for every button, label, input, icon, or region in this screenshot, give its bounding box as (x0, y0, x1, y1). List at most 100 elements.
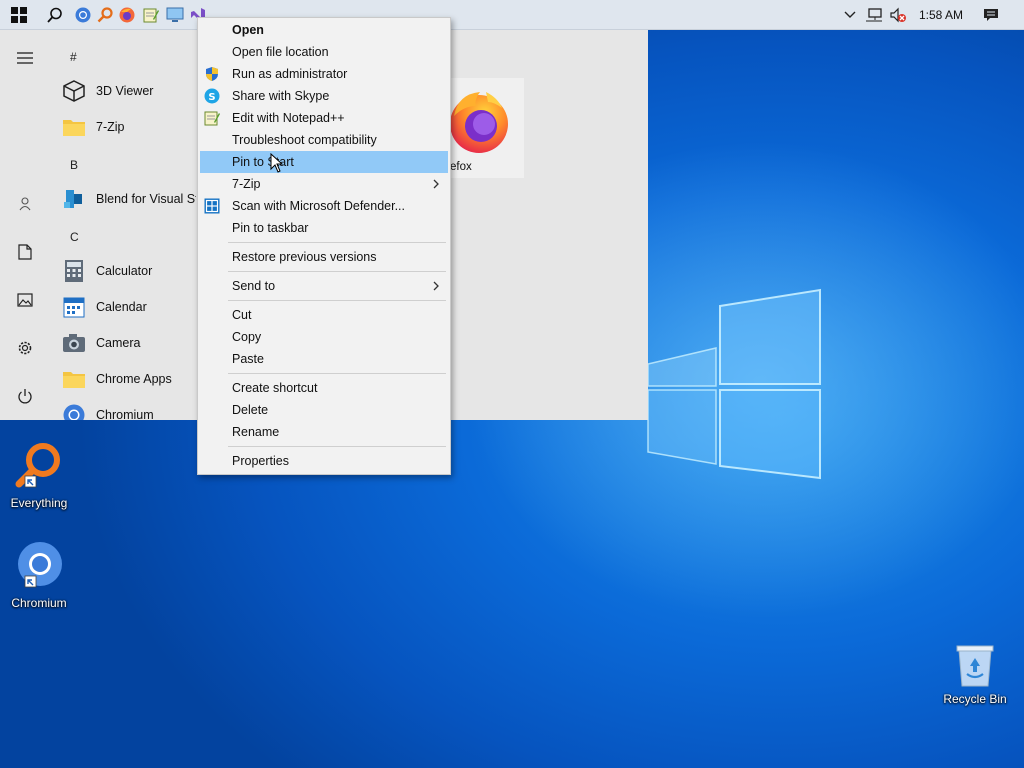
windows-logo-wallpaper (647, 288, 821, 480)
menu-item-label: Paste (232, 352, 264, 366)
user-icon[interactable] (0, 186, 50, 222)
menu-item-delete[interactable]: Delete (200, 399, 448, 421)
blend-icon (62, 187, 86, 211)
app-label: Calculator (96, 264, 153, 278)
document-icon[interactable] (0, 234, 50, 270)
menu-item-label: Properties (232, 454, 289, 468)
notepadpp-icon (204, 111, 220, 126)
firefox-icon (450, 92, 508, 153)
menu-separator (228, 242, 446, 243)
menu-item-scan-with-defender[interactable]: Scan with Microsoft Defender... (200, 195, 448, 217)
start-rail (0, 30, 50, 420)
menu-item-label: Rename (232, 425, 280, 439)
mouse-cursor-icon (270, 153, 284, 173)
app-item-calendar[interactable]: Calendar (62, 291, 196, 323)
uac-shield-icon (206, 67, 218, 81)
chevron-right-icon (433, 179, 439, 189)
cube-icon (62, 79, 86, 103)
menu-separator (228, 271, 446, 272)
app-label: Chrome Apps (96, 372, 172, 386)
desktop-icon-everything[interactable]: Everything (1, 440, 77, 510)
context-menu: Open Open file location Run as administr… (197, 17, 451, 475)
remote-desktop-icon[interactable] (163, 0, 187, 30)
app-item-chrome-apps[interactable]: Chrome Apps (62, 363, 196, 395)
menu-item-label: Edit with Notepad++ (232, 111, 345, 125)
svg-text:S: S (208, 92, 215, 103)
camera-icon (62, 331, 86, 355)
menu-item-paste[interactable]: Paste (200, 348, 448, 370)
search-icon[interactable] (42, 0, 68, 30)
volume-muted-icon[interactable] (886, 0, 910, 30)
menu-item-open[interactable]: Open (200, 19, 448, 41)
app-label: Calendar (96, 300, 147, 314)
menu-item-label: Create shortcut (232, 381, 318, 395)
recycle-bin-icon (956, 645, 994, 687)
notification-icon[interactable] (978, 0, 1004, 30)
chevron-up-icon[interactable] (840, 0, 860, 30)
menu-item-restore-previous-versions[interactable]: Restore previous versions (200, 246, 448, 268)
menu-item-label: Cut (232, 308, 252, 322)
menu-item-label: Copy (232, 330, 262, 344)
menu-item-label: Share with Skype (232, 89, 330, 103)
everything-icon (15, 443, 60, 488)
folder-icon (62, 115, 86, 139)
menu-item-run-as-administrator[interactable]: Run as administrator (200, 63, 448, 85)
calculator-icon (62, 259, 86, 283)
app-item-camera[interactable]: Camera (62, 327, 196, 359)
folder-icon (62, 367, 86, 391)
calendar-icon (62, 295, 86, 319)
menu-item-7zip[interactable]: 7-Zip (200, 173, 448, 195)
menu-item-label: Pin to Start (232, 155, 294, 169)
menu-item-properties[interactable]: Properties (200, 450, 448, 472)
power-icon[interactable] (0, 378, 50, 414)
app-item-chromium[interactable]: Chromium (62, 399, 196, 420)
menu-separator (228, 446, 446, 447)
taskbar-clock[interactable]: 1:58 AM (914, 0, 968, 30)
menu-item-pin-to-start[interactable]: Pin to Start (200, 151, 448, 173)
settings-icon[interactable] (0, 330, 50, 366)
menu-item-label: Delete (232, 403, 269, 417)
menu-item-label: 7-Zip (232, 177, 261, 191)
app-item-blend[interactable]: Blend for Visual Studio (62, 183, 196, 215)
firefox-icon[interactable] (116, 0, 138, 30)
menu-item-create-shortcut[interactable]: Create shortcut (200, 377, 448, 399)
tile-firefox-label: efox (450, 161, 472, 173)
app-item-calculator[interactable]: Calculator (62, 255, 196, 287)
hamburger-icon[interactable] (0, 40, 50, 76)
group-header: # (70, 50, 77, 64)
app-list: # 3D Viewer 7-Zip B Blend for Visual Stu… (50, 30, 196, 420)
chevron-right-icon (433, 281, 439, 291)
network-icon[interactable] (862, 0, 886, 30)
chromium-icon[interactable] (72, 0, 94, 30)
menu-item-label: Send to (232, 279, 276, 293)
menu-item-troubleshoot-compatibility[interactable]: Troubleshoot compatibility (200, 129, 448, 151)
menu-item-pin-to-taskbar[interactable]: Pin to taskbar (200, 217, 448, 239)
defender-icon (204, 198, 220, 214)
menu-item-share-with-skype[interactable]: S Share with Skype (200, 85, 448, 107)
menu-item-open-file-location[interactable]: Open file location (200, 41, 448, 63)
app-item-3d-viewer[interactable]: 3D Viewer (62, 75, 196, 107)
desktop-icon-chromium[interactable]: Chromium (1, 540, 77, 610)
menu-item-copy[interactable]: Copy (200, 326, 448, 348)
menu-item-label: Open (232, 23, 264, 37)
menu-separator (228, 300, 446, 301)
pictures-icon[interactable] (0, 282, 50, 318)
menu-item-label: Scan with Microsoft Defender... (232, 199, 405, 213)
everything-icon[interactable] (94, 0, 116, 30)
app-label: 7-Zip (96, 120, 125, 134)
menu-item-label: Open file location (232, 45, 329, 59)
desktop-icon-recycle-bin[interactable]: Recycle Bin (937, 642, 1013, 706)
desktop-icon-label: Recycle Bin (943, 692, 1007, 706)
app-item-7zip[interactable]: 7-Zip (62, 111, 196, 143)
notepadpp-icon[interactable] (140, 0, 162, 30)
menu-item-label: Restore previous versions (232, 250, 377, 264)
menu-item-cut[interactable]: Cut (200, 304, 448, 326)
menu-item-send-to[interactable]: Send to (200, 275, 448, 297)
menu-item-edit-with-notepadpp[interactable]: Edit with Notepad++ (200, 107, 448, 129)
app-label: 3D Viewer (96, 84, 154, 98)
desktop-icon-label: Everything (10, 496, 68, 510)
group-header: B (70, 158, 79, 172)
app-label: Blend for Visual Studio (96, 192, 196, 206)
windows-start-icon[interactable] (4, 0, 34, 30)
menu-item-rename[interactable]: Rename (200, 421, 448, 443)
